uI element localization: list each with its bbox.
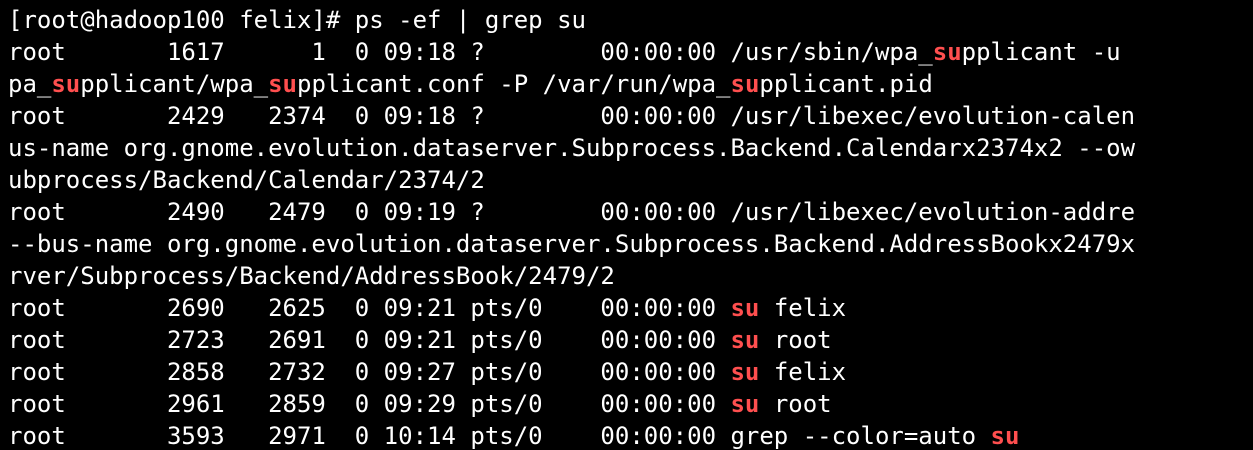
grep-match: su	[932, 38, 962, 66]
output-text: [root@hadoop100 felix]# ps -ef | grep su	[8, 6, 586, 34]
output-text: root 2690 2625 0 09:21 pts/0 00:00:00	[8, 294, 731, 322]
grep-match: su	[51, 70, 81, 98]
grep-match: su	[730, 294, 760, 322]
output-text: pplicant.conf -P /var/run/wpa_	[297, 70, 731, 98]
output-line: root 2429 2374 0 09:18 ? 00:00:00 /usr/l…	[8, 100, 1253, 132]
output-line: root 2490 2479 0 09:19 ? 00:00:00 /usr/l…	[8, 196, 1253, 228]
output-text: root 3593 2971 0 10:14 pts/0 00:00:00 gr…	[8, 422, 991, 450]
output-text: pplicant/wpa_	[80, 70, 269, 98]
output-line: ubprocess/Backend/Calendar/2374/2	[8, 164, 1253, 196]
grep-match: su	[730, 326, 760, 354]
output-text: root 2858 2732 0 09:27 pts/0 00:00:00	[8, 358, 731, 386]
output-text: root 1617 1 0 09:18 ? 00:00:00 /usr/sbin…	[8, 38, 933, 66]
output-text: us-name org.gnome.evolution.dataserver.S…	[8, 134, 1136, 162]
grep-match: su	[730, 390, 760, 418]
output-line: us-name org.gnome.evolution.dataserver.S…	[8, 132, 1253, 164]
output-text: --bus-name org.gnome.evolution.dataserve…	[8, 230, 1136, 258]
output-text: pplicant.pid	[759, 70, 933, 98]
output-text: felix	[759, 294, 847, 322]
grep-match: su	[730, 358, 760, 386]
output-line: rver/Subprocess/Backend/AddressBook/2479…	[8, 260, 1253, 292]
output-text: ubprocess/Backend/Calendar/2374/2	[8, 166, 485, 194]
output-line: root 2961 2859 0 09:29 pts/0 00:00:00 su…	[8, 388, 1253, 420]
output-line: root 3593 2971 0 10:14 pts/0 00:00:00 gr…	[8, 420, 1253, 450]
output-text: pa_	[8, 70, 52, 98]
output-text: root 2490 2479 0 09:19 ? 00:00:00 /usr/l…	[8, 198, 1136, 226]
command-prompt-line: [root@hadoop100 felix]# ps -ef | grep su	[8, 4, 1253, 36]
grep-match: su	[268, 70, 298, 98]
output-text: root 2429 2374 0 09:18 ? 00:00:00 /usr/l…	[8, 102, 1136, 130]
output-line: --bus-name org.gnome.evolution.dataserve…	[8, 228, 1253, 260]
terminal-output: [root@hadoop100 felix]# ps -ef | grep su…	[8, 4, 1253, 450]
terminal-window[interactable]: [root@hadoop100 felix]# ps -ef | grep su…	[0, 0, 1253, 450]
output-text: root 2723 2691 0 09:21 pts/0 00:00:00	[8, 326, 731, 354]
output-text: root	[759, 390, 832, 418]
output-line: root 1617 1 0 09:18 ? 00:00:00 /usr/sbin…	[8, 36, 1253, 68]
grep-match: su	[730, 70, 760, 98]
output-text: root	[759, 326, 832, 354]
output-text: rver/Subprocess/Backend/AddressBook/2479…	[8, 262, 615, 290]
output-line: root 2858 2732 0 09:27 pts/0 00:00:00 su…	[8, 356, 1253, 388]
output-line: root 2690 2625 0 09:21 pts/0 00:00:00 su…	[8, 292, 1253, 324]
output-text: root 2961 2859 0 09:29 pts/0 00:00:00	[8, 390, 731, 418]
output-text: felix	[759, 358, 847, 386]
grep-match: su	[990, 422, 1020, 450]
output-text: pplicant -u	[961, 38, 1121, 66]
output-line: root 2723 2691 0 09:21 pts/0 00:00:00 su…	[8, 324, 1253, 356]
output-line: pa_supplicant/wpa_supplicant.conf -P /va…	[8, 68, 1253, 100]
